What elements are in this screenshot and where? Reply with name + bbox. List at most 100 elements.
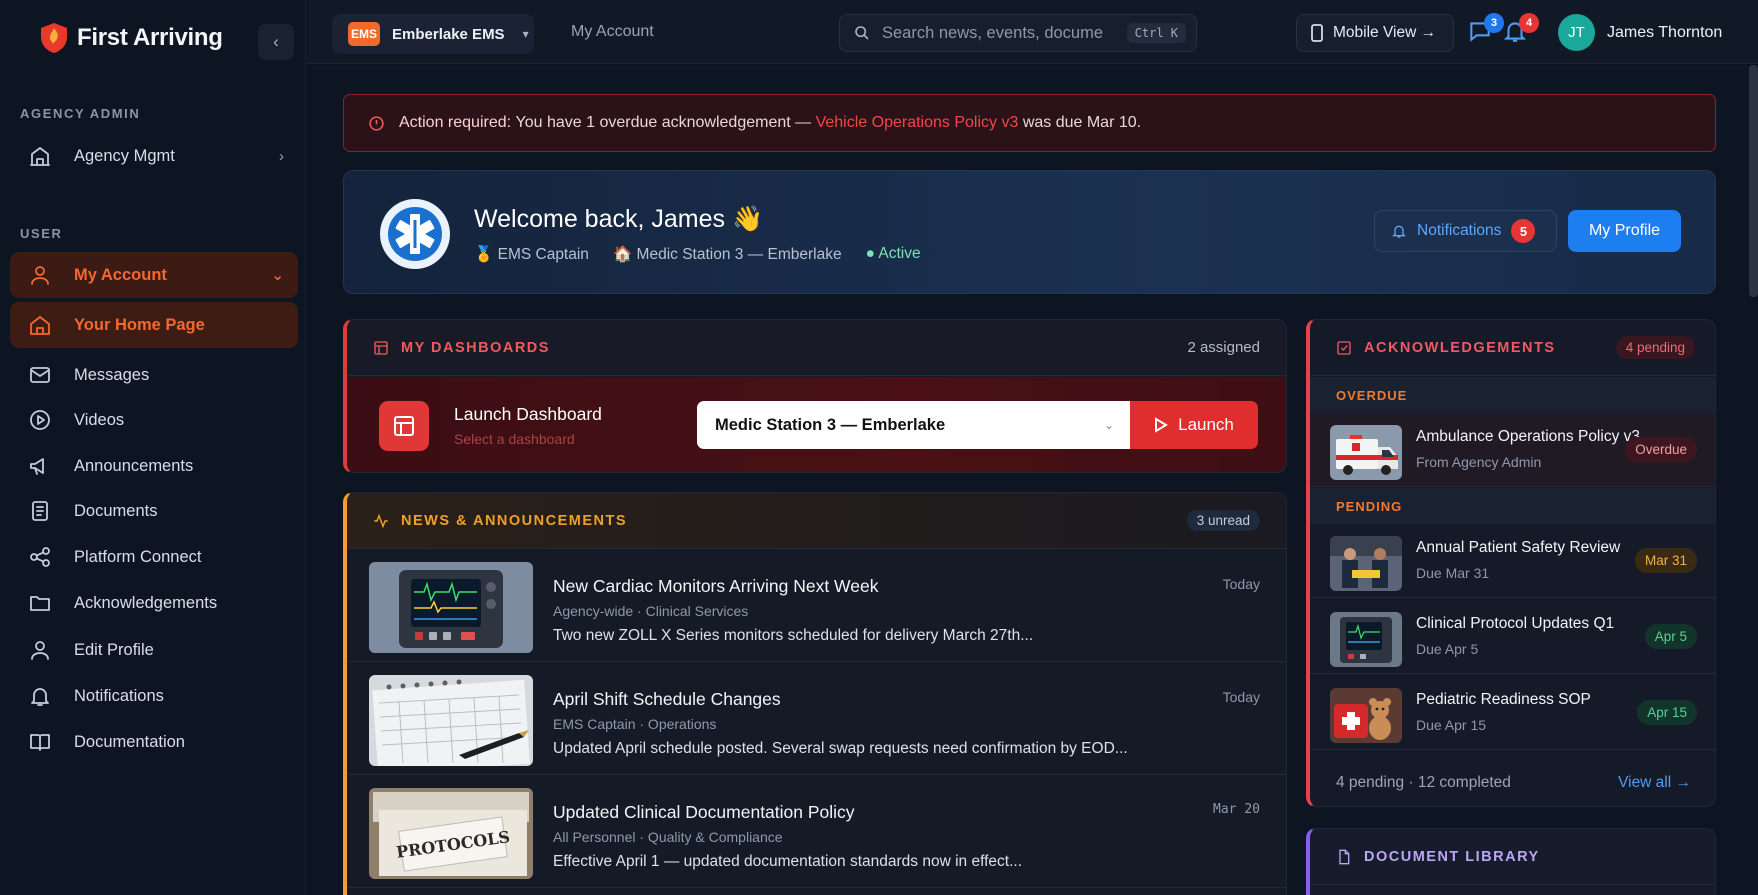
dashboards-card: MY DASHBOARDS 2 assigned Launch Dashboar… [343, 319, 1287, 473]
acknowledgement-due: Due Mar 31 [1416, 565, 1490, 581]
building-icon [30, 147, 50, 166]
chevron-down-icon: ▾ [522, 27, 529, 41]
news-item-meta: EMS Captain · Operations [553, 716, 717, 732]
check-square-icon [1337, 340, 1351, 355]
document-library-title: DOCUMENT LIBRARY [1364, 848, 1540, 865]
sidebar-item-agency-mgmt[interactable]: Agency Mgmt › [10, 132, 298, 180]
sidebar-item-label: Documents [74, 501, 158, 520]
user-icon [31, 641, 49, 660]
acknowledgement-title: Annual Patient Safety Review [1416, 539, 1621, 556]
sidebar-item-announcements[interactable]: Announcements [10, 443, 298, 489]
protocol-monitor-thumbnail [1330, 612, 1402, 667]
sidebar-item-my-account[interactable]: My Account ⌄ [10, 252, 298, 298]
my-account-link[interactable]: My Account [571, 23, 654, 41]
scrollbar[interactable] [1749, 65, 1758, 297]
bell-icon [31, 688, 49, 706]
launch-button[interactable]: Launch [1130, 401, 1258, 449]
sidebar-item-label: Messages [74, 365, 150, 384]
sidebar-item-notifications[interactable]: Notifications [10, 673, 298, 719]
mobile-view-label: Mobile View → [1333, 24, 1437, 41]
news-item-title: April Shift Schedule Changes [553, 689, 781, 709]
alert-label: Action required: [399, 114, 512, 131]
brand-logo[interactable]: First Arriving [40, 22, 223, 54]
dashboard-select[interactable]: Medic Station 3 — Emberlake ⌄ [697, 401, 1130, 449]
sidebar-item-label: Acknowledgements [74, 593, 218, 612]
user-menu[interactable]: JT James Thornton [1558, 14, 1722, 51]
sidebar-item-documentation[interactable]: Documentation [10, 719, 298, 765]
ambulance-thumbnail [1330, 425, 1402, 480]
news-item[interactable]: New Cardiac Monitors Arriving Next Week … [347, 550, 1286, 662]
brand-name: First Arriving [77, 24, 223, 51]
document-library-card: DOCUMENT LIBRARY [1306, 828, 1716, 895]
my-profile-button[interactable]: My Profile [1568, 210, 1681, 252]
alert-text: You have 1 overdue acknowledgement — [515, 114, 812, 131]
search-input[interactable]: Search news, events, docume Ctrl K [839, 14, 1197, 52]
user-icon [31, 266, 49, 285]
chevron-down-icon: ⌄ [271, 267, 284, 284]
view-all-link[interactable]: View all → [1618, 774, 1691, 792]
news-item[interactable]: April Shift Schedule Changes EMS Captain… [347, 663, 1286, 775]
dashboards-title: MY DASHBOARDS [401, 339, 550, 356]
org-badge: EMS [348, 22, 381, 46]
chevron-right-icon: › [279, 147, 284, 165]
launch-label: Launch [1178, 415, 1234, 434]
acknowledgements-summary: 4 pending · 12 completed [1336, 774, 1511, 791]
file-icon [1339, 849, 1350, 864]
sidebar-item-label: My Account [74, 265, 167, 284]
acknowledgement-item[interactable]: Ambulance Operations Policy v3 From Agen… [1310, 413, 1715, 487]
mail-icon [30, 367, 50, 383]
acknowledgement-item[interactable]: Annual Patient Safety Review Due Mar 31 … [1310, 524, 1715, 598]
notifications-count: 5 [1511, 219, 1536, 243]
play-icon [30, 410, 50, 430]
alert-policy-link[interactable]: Vehicle Operations Policy v3 [816, 114, 1019, 131]
cardiac-monitor-thumbnail [369, 562, 533, 653]
sidebar-item-home-page[interactable]: Your Home Page [10, 302, 298, 348]
acknowledgement-due: Due Apr 5 [1416, 641, 1479, 657]
notifications-label: Notifications [1417, 222, 1502, 239]
activity-icon [374, 513, 388, 528]
news-item-meta: All Personnel · Quality & Compliance [553, 829, 783, 845]
news-item[interactable]: PROTOCOLS Updated Clinical Documentation… [347, 776, 1286, 888]
status-badge: ● Active [865, 245, 921, 262]
messages-button[interactable]: 3 [1467, 13, 1504, 46]
news-item-meta: Agency-wide · Clinical Services [553, 603, 749, 619]
acknowledgements-title: ACKNOWLEDGEMENTS [1364, 339, 1556, 356]
news-item-date: Today [1222, 576, 1260, 592]
chevron-down-icon: ⌄ [1103, 418, 1114, 432]
sidebar-item-label: Your Home Page [74, 315, 205, 334]
sidebar-item-label: Videos [74, 410, 125, 429]
org-switcher[interactable]: EMS Emberlake EMS ▾ [332, 14, 534, 54]
sidebar-item-platform-connect[interactable]: Platform Connect [10, 534, 298, 580]
acknowledgement-title: Clinical Protocol Updates Q1 [1416, 615, 1615, 632]
sidebar-item-edit-profile[interactable]: Edit Profile [10, 627, 298, 673]
share-icon [30, 547, 50, 567]
acknowledgement-item[interactable]: Clinical Protocol Updates Q1 Due Apr 5 A… [1310, 600, 1715, 674]
sidebar-item-videos[interactable]: Videos [10, 397, 298, 443]
news-item-date: Mar 20 [1213, 802, 1260, 817]
sidebar-item-label: Documentation [74, 732, 185, 751]
notifications-button[interactable]: 4 [1502, 13, 1539, 46]
collapse-sidebar-button[interactable]: ‹ [258, 24, 294, 60]
book-icon [30, 734, 50, 751]
document-library-header[interactable]: DOCUMENT LIBRARY [1310, 829, 1715, 885]
mobile-view-button[interactable]: Mobile View → [1296, 14, 1454, 52]
acknowledgement-sub: From Agency Admin [1416, 454, 1542, 470]
org-name: Emberlake EMS [392, 25, 505, 43]
sidebar-item-acknowledgements[interactable]: Acknowledgements [10, 580, 298, 626]
overdue-group-label: OVERDUE [1310, 377, 1715, 413]
sidebar-item-label: Edit Profile [74, 640, 154, 659]
sidebar-item-label: Announcements [74, 456, 194, 475]
acknowledgement-item[interactable]: Pediatric Readiness SOP Due Apr 15 Apr 1… [1310, 676, 1715, 750]
sidebar-item-label: Notifications [74, 686, 164, 705]
launch-dashboard-title: Launch Dashboard [454, 404, 602, 424]
patient-safety-thumbnail [1330, 536, 1402, 591]
home-icon [30, 316, 50, 335]
sidebar-item-documents[interactable]: Documents [10, 488, 298, 534]
overdue-badge: Overdue [1625, 437, 1697, 462]
news-item-excerpt: Two new ZOLL X Series monitors scheduled… [553, 627, 1034, 644]
acknowledgements-card: ACKNOWLEDGEMENTS 4 pending OVERDUE Ambul… [1306, 319, 1716, 807]
sidebar-item-messages[interactable]: Messages [10, 352, 298, 398]
star-of-life-icon [380, 199, 450, 269]
notifications-button[interactable]: Notifications 5 [1374, 210, 1557, 252]
pending-group-label: PENDING [1310, 488, 1715, 524]
